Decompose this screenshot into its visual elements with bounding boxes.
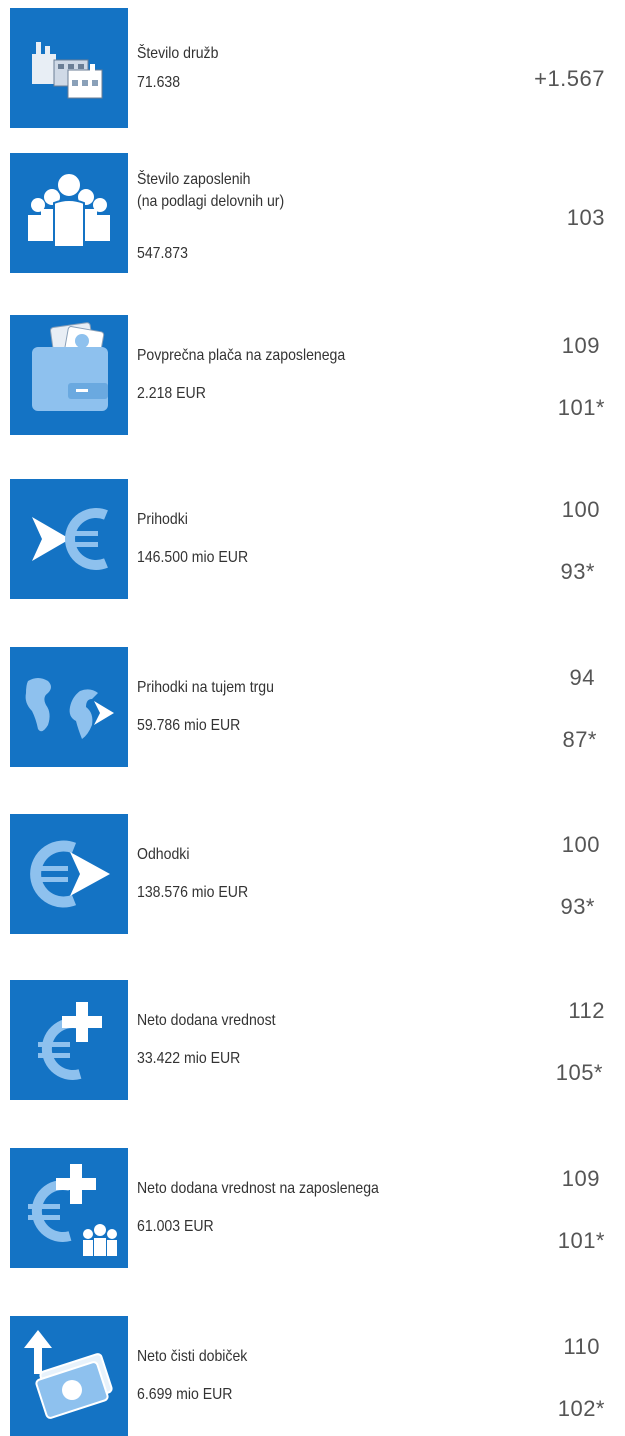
stat-value: 138.576 mio EUR	[137, 884, 249, 901]
stat-row-value-per-employee: Neto dodana vrednost na zaposlenega 61.0…	[0, 1148, 625, 1268]
stat-real-index: 93*	[560, 894, 595, 919]
stat-index: 94	[569, 665, 595, 690]
stat-label: Neto dodana vrednost	[137, 1012, 276, 1029]
stat-value: 547.873	[137, 245, 188, 262]
stat-value: 146.500 mio EUR	[137, 549, 249, 566]
stat-label: Odhodki	[137, 846, 190, 863]
wallet-icon	[10, 315, 128, 435]
stat-index: 100	[561, 832, 600, 857]
money-up-icon	[10, 1316, 128, 1436]
stat-index: +1.567	[534, 66, 605, 91]
stat-row-employees: Število zaposlenih (na podlagi delovnih …	[0, 153, 625, 273]
euro-arrow-out-icon	[10, 814, 128, 934]
stat-value: 33.422 mio EUR	[137, 1050, 241, 1067]
globe-arrow-icon	[10, 647, 128, 767]
stat-index: 103	[566, 205, 605, 230]
stat-label: Število zaposlenih (na podlagi delovnih …	[137, 171, 285, 210]
factory-icon	[10, 8, 128, 128]
stat-label: Število družb	[137, 45, 219, 62]
stat-real-index: 87*	[562, 727, 597, 752]
stat-value: 6.699 mio EUR	[137, 1386, 233, 1403]
stat-row-expenses: Odhodki 138.576 mio EUR 100 93*	[0, 814, 625, 934]
stat-value: 59.786 mio EUR	[137, 717, 241, 734]
stat-row-salary: Povprečna plača na zaposlenega 2.218 EUR…	[0, 315, 625, 435]
people-icon	[10, 153, 128, 273]
stat-index: 109	[561, 1166, 600, 1191]
stat-row-net-value-added: Neto dodana vrednost 33.422 mio EUR 112 …	[0, 980, 625, 1100]
stat-value: 71.638	[137, 74, 181, 91]
stat-row-revenue: Prihodki 146.500 mio EUR 100 93*	[0, 479, 625, 599]
euro-plus-people-icon	[10, 1148, 128, 1268]
stat-real-index: 101*	[557, 1228, 605, 1253]
stat-real-index: 93*	[560, 559, 595, 584]
stat-real-index: 102*	[557, 1396, 605, 1421]
stat-real-index: 105*	[555, 1060, 603, 1085]
stat-value: 2.218 EUR	[137, 385, 206, 402]
stat-index: 112	[568, 998, 605, 1023]
euro-arrow-in-icon	[10, 479, 128, 599]
stat-label: Prihodki	[137, 511, 188, 528]
stat-row-companies: Število družb 71.638 +1.567	[0, 8, 625, 128]
stat-index: 109	[561, 333, 600, 358]
stat-row-net-profit: Neto čisti dobiček 6.699 mio EUR 110 102…	[0, 1316, 625, 1436]
stat-label: Neto dodana vrednost na zaposlenega	[137, 1180, 379, 1197]
euro-plus-icon	[10, 980, 128, 1100]
stat-label: Prihodki na tujem trgu	[137, 679, 274, 696]
stat-value: 61.003 EUR	[137, 1218, 214, 1235]
stat-real-index: 101*	[557, 395, 605, 420]
stat-label: Neto čisti dobiček	[137, 1348, 248, 1365]
stat-index: 100	[561, 497, 600, 522]
stat-row-foreign-revenue: Prihodki na tujem trgu 59.786 mio EUR 94…	[0, 647, 625, 767]
stat-label: Povprečna plača na zaposlenega	[137, 347, 346, 364]
stat-index: 110	[563, 1334, 600, 1359]
